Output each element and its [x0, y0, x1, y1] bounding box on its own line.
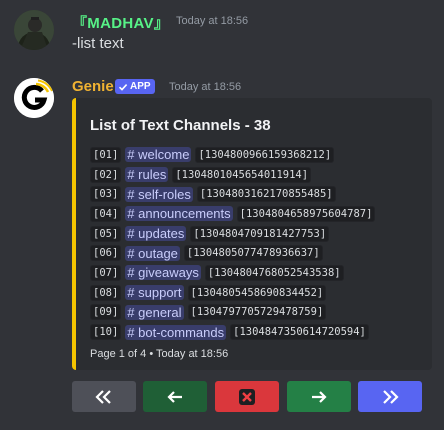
list-item: [06] # outage [1304805077478936637]	[90, 243, 375, 263]
channel-id: [1304801045654011914]	[172, 166, 312, 183]
last-page-button[interactable]	[358, 381, 422, 412]
row-index: [08]	[90, 284, 122, 301]
user-message-text: -list text	[72, 35, 124, 52]
double-right-arrow-icon	[383, 389, 399, 404]
channel-id: [1304803162170855485]	[196, 186, 336, 203]
channel-id: [1304797705729478759]	[187, 304, 327, 321]
user-avatar-image	[14, 10, 54, 50]
list-item: [02] # rules [1304801045654011914]	[90, 165, 375, 185]
row-index: [04]	[90, 205, 122, 222]
user-name[interactable]: 『MADHAV』	[72, 12, 169, 33]
channel-id: [1304804709181427753]	[190, 225, 330, 242]
app-badge: APP	[115, 79, 155, 94]
user-message-timestamp: Today at 18:56	[176, 15, 249, 27]
row-index: [05]	[90, 225, 122, 242]
list-item: [09] # general [1304797705729478759]	[90, 303, 375, 323]
embed-title: List of Text Channels - 38	[90, 117, 271, 134]
row-index: [02]	[90, 166, 122, 183]
channel-id: [1304804768052543538]	[204, 264, 344, 281]
right-arrow-icon	[312, 390, 327, 403]
channel-id: [1304805077478936637]	[183, 245, 323, 262]
list-item: [04] # announcements [1304804658975604787]	[90, 204, 376, 224]
list-item: [08] # support [1304805458690834452]	[90, 283, 375, 303]
user-avatar[interactable]	[14, 10, 54, 50]
row-index: [09]	[90, 304, 122, 321]
row-index: [03]	[90, 186, 122, 203]
bot-message-timestamp: Today at 18:56	[169, 81, 242, 93]
verified-check-icon	[118, 83, 128, 91]
close-icon	[239, 388, 255, 405]
previous-page-button[interactable]	[143, 381, 207, 412]
first-page-button[interactable]	[72, 381, 136, 412]
close-button[interactable]	[215, 381, 279, 412]
row-index: [01]	[90, 146, 122, 163]
channel-id: [1304800966159368212]	[195, 146, 335, 163]
channel-list-embed: List of Text Channels - 38 [01] # welcome…	[72, 98, 432, 370]
channel-mention[interactable]: # general	[125, 304, 184, 320]
channel-list: [01] # welcome [1304800966159368212] [02] #…	[90, 145, 376, 342]
channel-mention[interactable]: # announcements	[125, 206, 233, 222]
genie-logo-icon	[14, 78, 54, 118]
list-item: [03] # self-roles [1304803162170855485]	[90, 184, 375, 204]
channel-mention[interactable]: # updates	[125, 226, 187, 242]
channel-mention[interactable]: # welcome	[125, 147, 192, 163]
app-badge-label: APP	[130, 81, 151, 92]
embed-footer: Page 1 of 4 • Today at 18:56	[90, 348, 229, 360]
bot-avatar[interactable]	[14, 78, 54, 118]
channel-id: [1304847350614720594]	[230, 324, 369, 341]
next-page-button[interactable]	[287, 381, 351, 412]
row-index: [06]	[90, 245, 122, 262]
list-item: [10] # bot-commands [1304847350614720594]	[90, 322, 375, 342]
channel-mention[interactable]: # rules	[125, 167, 169, 183]
double-left-arrow-icon	[95, 389, 111, 404]
row-index: [10]	[90, 324, 122, 341]
list-item: [07] # giveaways [1304804768052543538]	[90, 263, 375, 283]
channel-id: [1304804658975604787]	[236, 205, 376, 222]
channel-mention[interactable]: # outage	[125, 245, 180, 261]
list-item: [05] # updates [1304804709181427753]	[90, 224, 375, 244]
channel-mention[interactable]: # bot-commands	[125, 324, 227, 340]
list-item: [01] # welcome [1304800966159368212]	[90, 145, 375, 165]
channel-mention[interactable]: # self-roles	[125, 186, 193, 202]
row-index: [07]	[90, 264, 122, 281]
left-arrow-icon	[167, 390, 182, 403]
channel-mention[interactable]: # giveaways	[125, 265, 201, 281]
bot-name[interactable]: Genie	[72, 78, 114, 95]
channel-id: [1304805458690834452]	[187, 284, 327, 301]
channel-mention[interactable]: # support	[125, 285, 184, 301]
